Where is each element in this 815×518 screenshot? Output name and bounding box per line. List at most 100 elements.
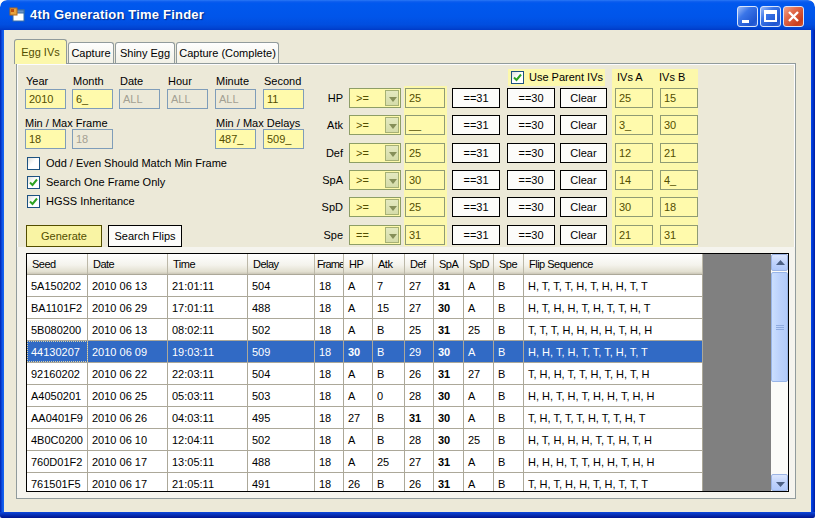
iv-op-select-def[interactable]: >= xyxy=(349,143,401,163)
cell-def: 29 xyxy=(405,341,434,362)
grid-header-spe[interactable]: Spe xyxy=(494,254,524,274)
set-31-button-atk[interactable]: ==31 xyxy=(452,115,500,135)
checkbox-odd-even-should-match-min-frame[interactable] xyxy=(27,157,40,170)
close-button[interactable] xyxy=(783,6,804,27)
cell-atk: 25 xyxy=(373,451,405,472)
iv-b-input-spe[interactable]: 31 xyxy=(660,225,698,245)
iv-op-select-spa[interactable]: >= xyxy=(349,170,401,190)
cell-spd: 25 xyxy=(464,429,494,450)
grid-header-time[interactable]: Time xyxy=(168,254,248,274)
grid-header-spa[interactable]: SpA xyxy=(434,254,464,274)
clear-button-spa[interactable]: Clear xyxy=(560,170,607,190)
iv-label-spa: SpA xyxy=(300,174,343,187)
grid-row-5A150202[interactable]: 5A1502022010 06 1321:01:1150418A72731ABH… xyxy=(27,275,703,297)
set-30-button-spe[interactable]: ==30 xyxy=(507,225,555,245)
set-30-button-def[interactable]: ==30 xyxy=(507,143,555,163)
scroll-down-button[interactable] xyxy=(771,474,788,491)
grid-row-AA0401F9[interactable]: AA0401F92010 06 2604:03:114951827B3130AB… xyxy=(27,407,703,429)
set-30-button-atk[interactable]: ==30 xyxy=(507,115,555,135)
set-31-button-hp[interactable]: ==31 xyxy=(452,88,500,108)
grid-header-frame[interactable]: Frame xyxy=(315,254,344,274)
max-delay-input[interactable]: 509_ xyxy=(263,129,304,149)
set-31-button-spe[interactable]: ==31 xyxy=(452,225,500,245)
iv-a-input-hp[interactable]: 25 xyxy=(615,88,653,108)
set-30-button-hp[interactable]: ==30 xyxy=(507,88,555,108)
checkbox-label: Search One Frame Only xyxy=(46,176,165,189)
set-31-button-spa[interactable]: ==31 xyxy=(452,170,500,190)
iv-value-input-spa[interactable]: 30 xyxy=(405,170,445,190)
iv-b-input-spa[interactable]: 4_ xyxy=(660,170,698,190)
grid-header-flip-sequence[interactable]: Flip Sequence xyxy=(524,254,703,274)
set-30-button-spd[interactable]: ==30 xyxy=(507,197,555,217)
clear-button-def[interactable]: Clear xyxy=(560,143,607,163)
generate-button[interactable]: Generate xyxy=(26,225,102,247)
grid-row-4B0C0200[interactable]: 4B0C02002010 06 1012:04:1150218AB283025B… xyxy=(27,429,703,451)
minimize-button[interactable] xyxy=(737,6,758,27)
iv-op-select-spe[interactable]: == xyxy=(349,225,401,245)
set-30-button-spa[interactable]: ==30 xyxy=(507,170,555,190)
grid-row-760D01F2[interactable]: 760D01F22010 06 1713:05:1148818A252731AB… xyxy=(27,451,703,473)
checkbox-hgss-inheritance[interactable] xyxy=(27,195,40,208)
iv-op-select-hp[interactable]: >= xyxy=(349,88,401,108)
tab-capture-complete[interactable]: Capture (Complete) xyxy=(176,42,279,64)
min-frame-input[interactable]: 18 xyxy=(25,129,66,149)
cell-hp: A xyxy=(344,275,373,296)
tab-egg-ivs[interactable]: Egg IVs xyxy=(14,39,67,64)
iv-b-input-def[interactable]: 21 xyxy=(660,143,698,163)
iv-a-input-spd[interactable]: 30 xyxy=(615,197,653,217)
cell-atk: B xyxy=(373,407,405,428)
grid-row-44130207[interactable]: 441302072010 06 0919:03:115091830B2930AB… xyxy=(27,341,703,363)
clear-button-hp[interactable]: Clear xyxy=(560,88,607,108)
grid-row-A4050201[interactable]: A40502012010 06 2505:03:1150318A02830ABH… xyxy=(27,385,703,407)
grid-header-seed[interactable]: Seed xyxy=(27,254,88,274)
iv-value-input-atk[interactable]: __ xyxy=(405,115,445,135)
clear-button-spe[interactable]: Clear xyxy=(560,225,607,245)
grid-header-spd[interactable]: SpD xyxy=(464,254,494,274)
grid-header-atk[interactable]: Atk xyxy=(373,254,405,274)
clear-button-atk[interactable]: Clear xyxy=(560,115,607,135)
iv-a-input-spe[interactable]: 21 xyxy=(615,225,653,245)
iv-value-input-hp[interactable]: 25 xyxy=(405,88,445,108)
iv-value-input-spd[interactable]: 25 xyxy=(405,197,445,217)
iv-b-input-hp[interactable]: 15 xyxy=(660,88,698,108)
iv-op-select-spd[interactable]: >= xyxy=(349,197,401,217)
year-input[interactable]: 2010 xyxy=(25,89,66,109)
tab-capture[interactable]: Capture xyxy=(68,42,114,64)
scroll-up-button[interactable] xyxy=(771,254,788,271)
set-31-button-spd[interactable]: ==31 xyxy=(452,197,500,217)
grid-row-761501F5[interactable]: 761501F52010 06 1721:05:114911826B2631AB… xyxy=(27,473,703,491)
search-flips-button[interactable]: Search Flips xyxy=(108,225,182,247)
iv-b-input-spd[interactable]: 18 xyxy=(660,197,698,217)
min-delay-input[interactable]: 487_ xyxy=(215,129,256,149)
iv-value-input-def[interactable]: 25 xyxy=(405,143,445,163)
grid-header-date[interactable]: Date xyxy=(88,254,168,274)
grid-row-BA1101F2[interactable]: BA1101F22010 06 2917:01:1148818A152730AB… xyxy=(27,297,703,319)
tab-shiny-egg[interactable]: Shiny Egg xyxy=(115,42,175,64)
iv-b-input-atk[interactable]: 30 xyxy=(660,115,698,135)
iv-a-input-atk[interactable]: 3_ xyxy=(615,115,653,135)
cell-atk: B xyxy=(373,341,405,362)
vertical-scrollbar[interactable] xyxy=(771,254,788,491)
title-bar: 4th Generation Time Finder xyxy=(0,0,815,30)
clear-button-spd[interactable]: Clear xyxy=(560,197,607,217)
iv-op-select-atk[interactable]: >= xyxy=(349,115,401,135)
ivs-a-header: IVs A xyxy=(617,71,643,84)
grid-header-hp[interactable]: HP xyxy=(344,254,373,274)
checkbox-search-one-frame-only[interactable] xyxy=(27,176,40,189)
cell-frame: 18 xyxy=(315,429,344,450)
iv-a-input-spa[interactable]: 14 xyxy=(615,170,653,190)
grid-row-92160202[interactable]: 921602022010 06 2222:03:1150418AB263127B… xyxy=(27,363,703,385)
maximize-button[interactable] xyxy=(760,6,781,27)
iv-a-input-def[interactable]: 12 xyxy=(615,143,653,163)
month-input[interactable]: 6_ xyxy=(72,89,113,109)
grid-header-delay[interactable]: Delay xyxy=(248,254,315,274)
scroll-thumb[interactable] xyxy=(771,272,788,382)
second-input[interactable]: 11 xyxy=(263,89,304,109)
set-31-button-def[interactable]: ==31 xyxy=(452,143,500,163)
iv-value-input-spe[interactable]: 31 xyxy=(405,225,445,245)
grid-header-def[interactable]: Def xyxy=(405,254,434,274)
ivs-b-header: IVs B xyxy=(659,71,685,84)
cell-date: 2010 06 13 xyxy=(88,275,168,296)
grid-row-5B080200[interactable]: 5B0802002010 06 1308:02:1150218AB253125B… xyxy=(27,319,703,341)
checkbox-use-parent-ivs[interactable] xyxy=(511,71,524,84)
